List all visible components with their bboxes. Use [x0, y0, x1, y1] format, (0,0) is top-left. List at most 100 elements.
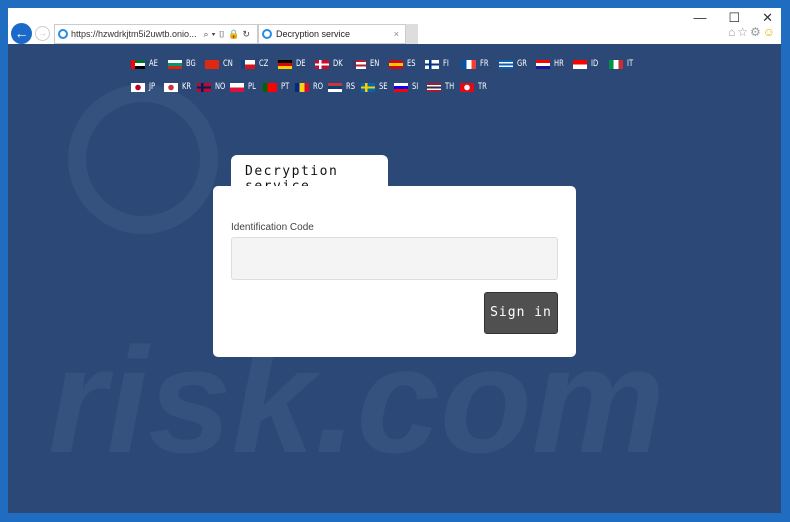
address-bar[interactable]: https://hzwdrkjtm5i2uwtb.onio... ⌕▾▯🔒↻ — [54, 24, 258, 44]
forward-button[interactable]: → — [35, 26, 50, 41]
language-code: BG — [185, 59, 196, 69]
language-code: SE — [379, 82, 388, 92]
language-code: NO — [214, 82, 226, 92]
flag-ro-icon — [295, 82, 310, 92]
toolbar-right-icons: ⌂☆⚙☺ — [728, 25, 777, 39]
flag-si-icon — [394, 82, 409, 92]
smiley-icon[interactable]: ☺ — [763, 25, 777, 39]
language-code: HR — [553, 59, 564, 69]
compat-icon[interactable]: ▯ — [218, 29, 228, 39]
language-code: IT — [627, 59, 634, 69]
language-ro[interactable]: RO — [295, 81, 328, 93]
flag-th-icon — [427, 82, 442, 92]
language-id[interactable]: ID — [572, 58, 610, 70]
language-row-2: JP KR NO PL PT RO RS SE SI TH TR — [131, 81, 651, 93]
flag-ae-icon — [131, 59, 145, 69]
magnifier-watermark — [68, 84, 218, 234]
language-cn[interactable]: CN — [204, 58, 242, 70]
language-ae[interactable]: AE — [131, 58, 168, 70]
identification-code-input[interactable] — [231, 237, 558, 280]
language-de[interactable]: DE — [278, 58, 315, 70]
flag-dk-icon — [314, 59, 329, 69]
browser-toolbar: ← → https://hzwdrkjtm5i2uwtb.onio... ⌕▾▯… — [8, 22, 781, 44]
language-code: DE — [296, 59, 306, 69]
flag-id-icon — [572, 59, 587, 69]
card-title-tab: Decryption service — [231, 155, 388, 194]
language-kr[interactable]: KR — [163, 81, 197, 93]
flag-fi-icon — [425, 59, 440, 69]
language-pt[interactable]: PT — [262, 81, 296, 93]
language-code: DK — [332, 59, 343, 69]
flag-no-icon — [196, 82, 211, 92]
language-code: JP — [149, 82, 156, 92]
language-it[interactable]: IT — [609, 58, 646, 70]
language-pl[interactable]: PL — [229, 81, 263, 93]
language-code: PT — [280, 82, 289, 92]
identification-code-label: Identification Code — [231, 222, 314, 233]
gear-icon[interactable]: ⚙ — [750, 25, 763, 39]
flag-gr-icon — [498, 59, 513, 69]
language-no[interactable]: NO — [196, 81, 230, 93]
language-es[interactable]: ES — [388, 58, 426, 70]
flag-bg-icon — [167, 59, 182, 69]
language-bg[interactable]: BG — [167, 58, 205, 70]
flag-pt-icon — [262, 82, 277, 92]
address-bar-icons: ⌕▾▯🔒↻ — [203, 25, 253, 43]
browser-window: — ☐ ✕ ← → https://hzwdrkjtm5i2uwtb.onio.… — [8, 8, 781, 513]
language-en[interactable]: EN — [351, 58, 389, 70]
language-gr[interactable]: GR — [498, 58, 536, 70]
language-code: RS — [346, 82, 356, 92]
language-tr[interactable]: TR — [459, 81, 493, 93]
star-icon[interactable]: ☆ — [737, 25, 750, 39]
page-content: risk.com AE BG CN CZ DE DK EN ES FI FR GR HR ID IT JP… — [8, 44, 781, 513]
language-th[interactable]: TH — [427, 81, 460, 93]
flag-fr-icon — [462, 59, 477, 69]
language-code: ID — [590, 59, 598, 69]
flag-tr-icon — [459, 82, 474, 92]
language-fi[interactable]: FI — [425, 58, 462, 70]
back-button[interactable]: ← — [11, 23, 32, 44]
flag-kr-icon — [163, 82, 178, 92]
language-se[interactable]: SE — [361, 81, 394, 93]
url-text: https://hzwdrkjtm5i2uwtb.onio... — [71, 29, 197, 39]
flag-hr-icon — [535, 59, 550, 69]
flag-se-icon — [361, 82, 376, 92]
language-jp[interactable]: JP — [131, 81, 164, 93]
ie-icon — [262, 29, 272, 39]
language-dk[interactable]: DK — [314, 58, 352, 70]
language-code: FR — [480, 59, 489, 69]
flag-es-icon — [388, 59, 403, 69]
language-si[interactable]: SI — [394, 81, 427, 93]
language-cz[interactable]: CZ — [241, 58, 278, 70]
language-code: KR — [181, 82, 192, 92]
flag-en-icon — [351, 59, 366, 69]
language-code: CZ — [259, 59, 269, 69]
language-code: GR — [516, 59, 527, 69]
flag-cz-icon — [241, 59, 256, 69]
language-row-1: AE BG CN CZ DE DK EN ES FI FR GR HR ID IT — [131, 58, 651, 70]
tab-decryption-service[interactable]: Decryption service × — [258, 24, 406, 44]
language-hr[interactable]: HR — [535, 58, 573, 70]
flag-rs-icon — [328, 82, 343, 92]
tab-close-icon[interactable]: × — [394, 25, 399, 43]
flag-pl-icon — [229, 82, 244, 92]
new-tab-button[interactable] — [406, 24, 418, 44]
flag-it-icon — [609, 59, 624, 69]
home-icon[interactable]: ⌂ — [728, 25, 737, 39]
language-code: TR — [477, 82, 487, 92]
flag-cn-icon — [204, 59, 219, 69]
language-code: ES — [406, 59, 416, 69]
language-fr[interactable]: FR — [462, 58, 499, 70]
language-code: PL — [247, 82, 256, 92]
language-code: SI — [412, 82, 419, 92]
language-code: RO — [313, 82, 324, 92]
language-rs[interactable]: RS — [328, 81, 361, 93]
search-icon[interactable]: ⌕▾ — [204, 29, 219, 39]
flag-de-icon — [278, 59, 293, 69]
language-code: TH — [445, 82, 455, 92]
refresh-icon[interactable]: ↻ — [242, 29, 253, 39]
lock-icon: 🔒 — [228, 29, 243, 39]
sign-in-button[interactable]: Sign in — [484, 292, 558, 334]
ie-icon — [58, 29, 68, 39]
language-code: AE — [149, 59, 158, 69]
